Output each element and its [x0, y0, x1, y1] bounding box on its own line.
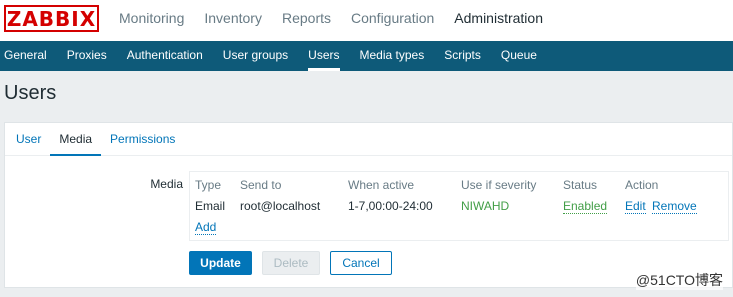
media-table: Type Send to When active Use if severity… — [189, 171, 729, 241]
main-nav-administration[interactable]: Administration — [444, 0, 553, 41]
sub-nav-user-groups[interactable]: User groups — [213, 41, 298, 71]
header-type: Type — [195, 178, 222, 192]
sub-nav-queue[interactable]: Queue — [491, 41, 547, 71]
when-active-cell: 1-7,00:00-24:00 — [348, 199, 433, 213]
header-status: Status — [563, 178, 598, 192]
add-media-link[interactable]: Add — [195, 220, 217, 235]
main-nav-configuration[interactable]: Configuration — [341, 0, 444, 41]
main-nav-reports[interactable]: Reports — [272, 0, 341, 41]
form-tabs: User Media Permissions — [5, 123, 732, 156]
sub-nav-proxies[interactable]: Proxies — [57, 41, 117, 71]
sub-nav-scripts[interactable]: Scripts — [434, 41, 491, 71]
status-enabled-link[interactable]: Enabled — [563, 199, 608, 214]
media-field-label: Media — [150, 177, 183, 191]
send-to-cell: root@localhost — [240, 199, 321, 213]
watermark: @51CTO博客 — [635, 270, 723, 290]
main-nav: Monitoring Inventory Reports Configurati… — [109, 0, 553, 41]
sub-nav-general[interactable]: General — [0, 41, 57, 71]
severity-cell: NIWAHD — [461, 199, 510, 213]
delete-button[interactable]: Delete — [262, 251, 320, 275]
zabbix-logo[interactable]: ZABBIX — [4, 5, 99, 32]
sub-nav-media-types[interactable]: Media types — [350, 41, 435, 71]
logo-text: ZABBIX — [6, 6, 97, 31]
edit-media-link[interactable]: Edit — [625, 199, 646, 214]
header-severity: Use if severity — [461, 178, 537, 192]
sub-nav-users[interactable]: Users — [298, 41, 349, 71]
user-form-panel: User Media Permissions Media Type Send t… — [4, 122, 733, 288]
main-nav-inventory[interactable]: Inventory — [194, 0, 272, 41]
header-action: Action — [625, 178, 659, 192]
media-type-cell: Email — [195, 199, 226, 213]
main-nav-monitoring[interactable]: Monitoring — [109, 0, 194, 41]
tab-permissions[interactable]: Permissions — [101, 123, 184, 155]
top-bar: ZABBIX Monitoring Inventory Reports Conf… — [0, 0, 733, 41]
cancel-button[interactable]: Cancel — [330, 251, 392, 275]
tab-media[interactable]: Media — [50, 123, 101, 156]
update-button[interactable]: Update — [189, 251, 252, 275]
header-send-to: Send to — [240, 178, 282, 192]
remove-media-link[interactable]: Remove — [652, 199, 697, 214]
sub-nav-authentication[interactable]: Authentication — [117, 41, 213, 71]
page-title: Users — [4, 82, 57, 104]
tab-user[interactable]: User — [7, 123, 50, 155]
header-when-active: When active — [348, 178, 415, 192]
sub-nav: General Proxies Authentication User grou… — [0, 41, 733, 71]
